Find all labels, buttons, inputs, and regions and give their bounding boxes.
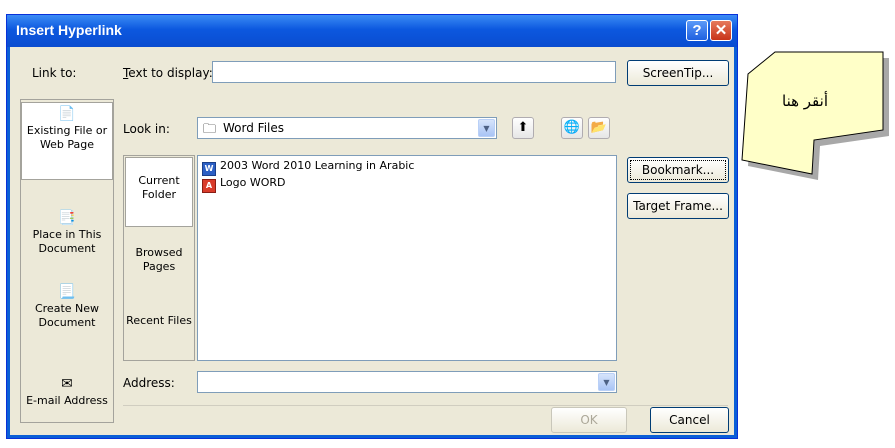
callout-shape bbox=[741, 51, 884, 175]
callout-arrow bbox=[741, 51, 889, 180]
callout-text: أنقر هنا bbox=[782, 92, 828, 110]
